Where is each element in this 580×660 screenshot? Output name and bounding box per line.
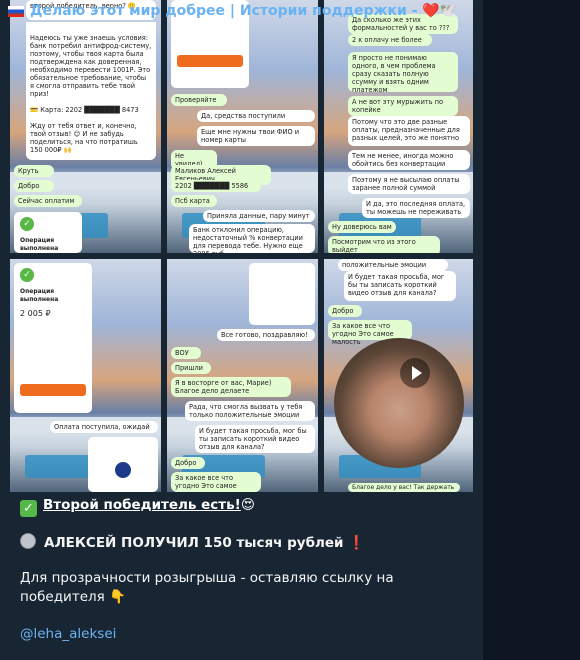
message-bubble: Добро [328,305,362,317]
screenshot-2[interactable]: Проверяйте Да, средства поступили Еще мн… [167,0,318,253]
message-bubble: Приняла данные, пару минут [203,210,315,222]
message-bubble: Все готово, поздравляю! [217,329,315,341]
receipt-screenshot [249,263,315,325]
message-bubble: положительные эмоции [338,259,448,271]
medal-icon [20,533,36,549]
winner-announcement: АЛЕКСЕЙ ПОЛУЧИЛ 150 тысяч рублей [44,535,344,551]
message-bubble: Еще мне нужны твои ФИО и номер карты [197,126,315,146]
channel-header[interactable]: Делаю этот мир добрее | Истории поддержк… [0,0,483,22]
message-bubble: Поэтому я не высылаю оплаты заранее полн… [348,174,470,194]
message-bubble: Я просто не понимаю одного, в чем пробле… [348,52,458,94]
play-icon[interactable] [400,358,430,388]
post-caption: ✓ Второй победитель есть!😍 АЛЕКСЕЙ ПОЛУЧИ… [20,496,460,644]
message-bubble: Я в восторге от вас, Марие) Благое дело … [171,377,291,397]
message-bubble: За какое все что угодно Это самое малост… [328,320,412,346]
winner-link-text[interactable]: Второй победитель есть! [43,497,241,513]
check-mark-emoji-icon: ✓ [20,500,37,517]
russia-flag-icon [8,5,24,17]
message-bubble: Банк отклонил операцию, недостаточный % … [189,224,315,253]
media-album[interactable]: второй победитель, верно? 🙂 Надеюсь ты у… [10,0,473,492]
message-bubble: А не вот эту мурыжить по копейке [348,96,458,116]
message-bubble: Надеюсь ты уже знаешь условия: банк потр… [26,22,156,160]
message-bubble: Оплата поступила, ожидай [50,421,158,433]
channel-post: второй победитель, верно? 🙂 Надеюсь ты у… [0,0,483,660]
receipt-screenshot: ✓ Операция выполнена 2 005 ₽ [14,263,92,413]
message-bubble: Сейчас оплатим [14,195,82,207]
message-bubble: 2 к оплачу не более [348,34,432,46]
message-bubble: Посмотрим что из этого выйдет [328,236,440,253]
chat-background [483,0,580,660]
message-bubble: Благое дело у вас! Так держать 🙌🙌 [348,483,460,492]
message-bubble: И будет такая просьба, мог бы ты записат… [195,425,315,453]
channel-title[interactable]: Делаю этот мир добрее | Истории поддержк… [30,3,457,19]
transparency-note: Для прозрачности розыгрыша - оставляю сс… [20,570,394,605]
screenshot-4[interactable]: ✓ Операция выполнена 2 005 ₽ Оплата пост… [10,259,161,492]
message-bubble: Рада, что смогла вызвать у тебя только п… [185,401,315,421]
message-bubble: Проверяйте [171,94,227,106]
message-bubble: Круть [14,165,54,177]
screenshot-5[interactable]: Все готово, поздравляю! ВОУ Пришли Я в в… [167,259,318,492]
video-message[interactable] [334,338,464,468]
message-bubble: И будет такая просьба, мог бы ты записат… [344,271,456,301]
message-bubble: За какое все что угодно Это самое малост… [171,472,261,492]
heart-eyes-emoji: 😍 [240,497,255,513]
message-bubble: Добро [171,457,205,469]
screenshot-3[interactable]: Да сколько же этих формальностей у вас т… [324,0,473,253]
point-down-emoji: 👇 [109,589,126,605]
winner-username-link[interactable]: @leha_aleksei [20,626,116,642]
checkmark-icon: ✓ [20,268,34,282]
message-bubble: Потому что это две разные оплаты, предна… [348,116,470,146]
message-bubble: Ну доверюсь вам [328,221,396,233]
message-bubble: Да, средства поступили [197,110,315,122]
checkmark-icon: ✓ [20,217,34,231]
message-bubble: Тем не менее, иногда можно обойтись без … [348,150,470,170]
message-bubble: Добро [14,180,54,192]
message-bubble: Псб карта [171,195,217,207]
exclamation-emoji: ❗ [348,535,366,551]
message-bubble: Пришли [171,362,211,374]
message-bubble: ВОУ [171,347,201,359]
screenshot-1[interactable]: второй победитель, верно? 🙂 Надеюсь ты у… [10,0,161,253]
message-bubble: 2202 ███████ 5586 [171,180,261,192]
receipt-screenshot: ✓ Операция выполнена [14,212,82,253]
receipt-screenshot [88,437,158,492]
message-bubble: И да, это последняя оплата, ты можешь не… [362,198,470,218]
